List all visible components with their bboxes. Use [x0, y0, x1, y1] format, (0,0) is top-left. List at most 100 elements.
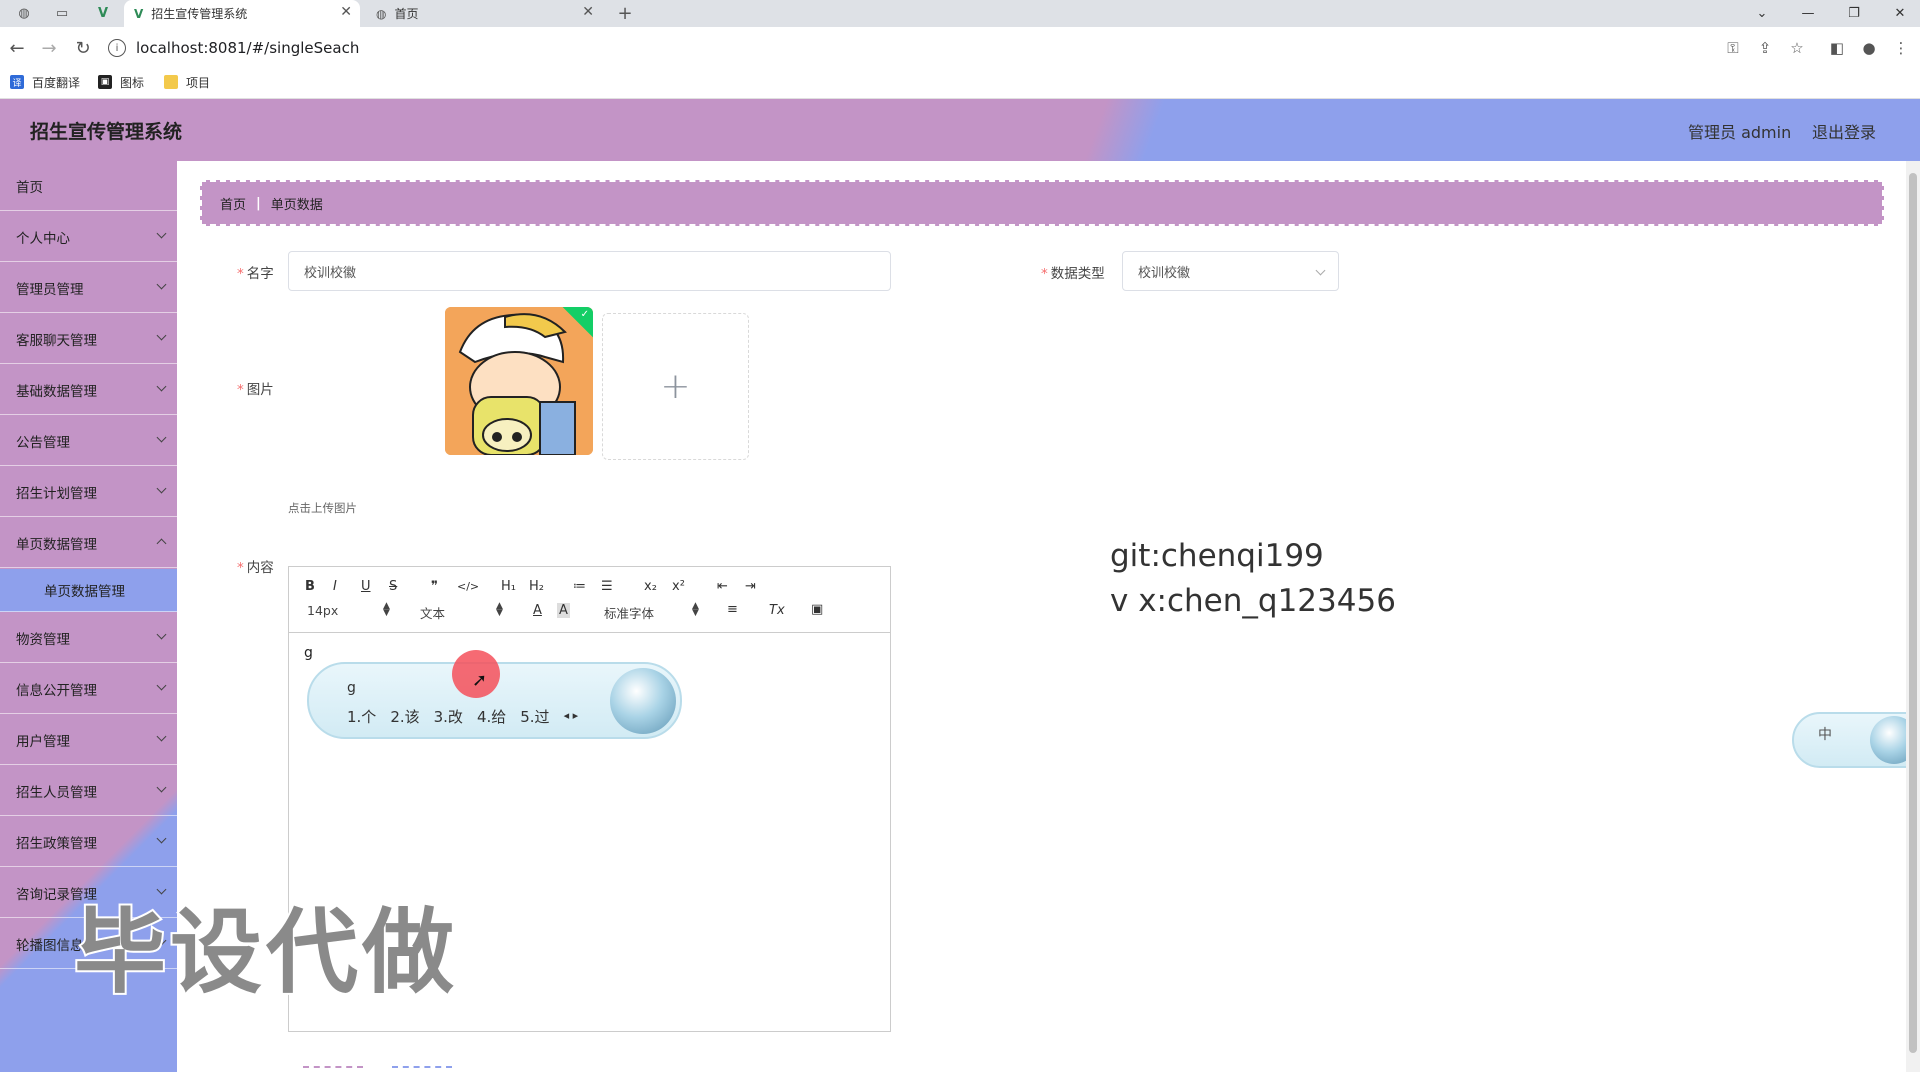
new-tab-button[interactable]: + [612, 0, 638, 27]
sidebar-item-policy[interactable]: 招生政策管理 [0, 817, 177, 867]
close-icon[interactable]: ✕ [582, 4, 594, 20]
image-label: * 图片 [237, 378, 274, 398]
sidebar-item-staff[interactable]: 招生人员管理 [0, 766, 177, 816]
updown-icon: ▲ ▼ [692, 601, 699, 618]
chevron-down-icon [156, 680, 167, 691]
sidebar-item-notices[interactable]: 公告管理 [0, 416, 177, 466]
image-insert-icon[interactable]: ▣ [811, 602, 823, 617]
required-mark: * [237, 266, 244, 282]
strike-button[interactable]: S [389, 579, 397, 594]
font-size-picker[interactable]: 14px ▲ ▼ [307, 602, 391, 619]
page-arrows-icon[interactable]: ◂ ▸ [564, 709, 579, 727]
address-bar[interactable]: i localhost:8081/#/singleSeach [108, 33, 1788, 63]
restore-button[interactable]: ❐ [1834, 0, 1874, 27]
watermark-text: 毕设代做 [72, 897, 459, 1008]
forward-icon[interactable]: → [38, 37, 60, 59]
ime-candidate[interactable]: 4.给 [477, 706, 506, 727]
font-color-button[interactable]: A [533, 603, 542, 618]
ime-candidate[interactable]: 1.个 [347, 706, 376, 727]
star-icon[interactable]: ☆ [1785, 36, 1809, 60]
sidebar-item-label: 基础数据管理 [16, 383, 97, 400]
sidebar-item-plans[interactable]: 招生计划管理 [0, 467, 177, 517]
ime-candidate[interactable]: 5.过 [520, 706, 549, 727]
chevron-down-icon [156, 330, 167, 341]
tab-search-icon[interactable]: ⌄ [1742, 0, 1782, 27]
clear-format-button[interactable]: Tx [769, 603, 785, 618]
sidebar-item-chat[interactable]: 客服聊天管理 [0, 314, 177, 364]
sidebar-item-users[interactable]: 用户管理 [0, 715, 177, 765]
ime-candidate[interactable]: 2.该 [390, 706, 419, 727]
sidebar-item-disclosure[interactable]: 信息公开管理 [0, 664, 177, 714]
folder-tab-icon[interactable]: ▭ [48, 0, 76, 27]
blockquote-button[interactable]: ❞ [431, 579, 438, 594]
outdent-button[interactable]: ⇤ [717, 579, 728, 594]
sidebar-item-label: 公告管理 [16, 434, 70, 451]
back-icon[interactable]: ← [6, 37, 28, 59]
sidebar-item-single-page[interactable]: 单页数据管理 [0, 518, 177, 568]
h1-button[interactable]: H₁ [501, 579, 516, 594]
indent-button[interactable]: ⇥ [745, 579, 756, 594]
ordered-list-button[interactable]: ≔ [573, 579, 586, 594]
bullet-list-button[interactable]: ☰ [601, 579, 613, 594]
updown-icon: ▲ ▼ [496, 601, 503, 618]
chevron-down-icon [156, 381, 167, 392]
ime-candidate[interactable]: 3.改 [434, 706, 463, 727]
block-type-picker[interactable]: 文本 ▲ ▼ [420, 601, 504, 622]
sidebar-item-home[interactable]: 首页 [0, 161, 177, 211]
reload-icon[interactable]: ↻ [72, 37, 94, 59]
profile-icon[interactable]: ● [1857, 36, 1881, 60]
minimize-button[interactable]: — [1788, 0, 1828, 27]
page-scrollbar[interactable] [1906, 161, 1920, 1072]
type-select[interactable]: 校训校徽 [1122, 251, 1339, 291]
upload-add-button[interactable]: + [602, 313, 749, 460]
name-input[interactable]: 校训校徽 [288, 251, 891, 291]
tab-active[interactable]: V 招生宣传管理系统 ✕ [124, 0, 360, 27]
editor-toolbar: B I U S ❞ </> H₁ H₂ ≔ ☰ x₂ x² ⇤ ⇥ 14px ▲ ▼… [289, 567, 890, 633]
close-icon[interactable]: ✕ [340, 4, 352, 20]
menu-icon[interactable]: ⋮ [1889, 36, 1913, 60]
h2-button[interactable]: H₂ [529, 579, 544, 594]
submit-button-partial[interactable] [303, 1066, 363, 1074]
font-family-picker[interactable]: 标准字体 ▲ ▼ [604, 601, 702, 622]
chevron-down-icon [1315, 265, 1326, 276]
bookmark-translate[interactable]: 译 百度翻译 [10, 72, 80, 92]
sidebar-item-label: 个人中心 [16, 230, 70, 247]
plus-icon: + [660, 366, 691, 407]
tab-home[interactable]: ◍ 首页 ✕ [366, 0, 602, 27]
key-icon[interactable]: ⚿ [1721, 36, 1745, 60]
sidepanel-icon[interactable]: ◧ [1825, 36, 1849, 60]
ime-status-bar[interactable]: 中 [1792, 712, 1920, 768]
info-icon[interactable]: i [108, 39, 126, 57]
code-button[interactable]: </> [457, 580, 479, 593]
sidebar-item-profile[interactable]: 个人中心 [0, 212, 177, 262]
globe-icon[interactable]: ◍ [10, 0, 38, 27]
uploaded-image-thumbnail[interactable]: ✓ [445, 307, 593, 455]
sidebar-item-supplies[interactable]: 物资管理 [0, 613, 177, 663]
window-close-button[interactable]: ✕ [1880, 0, 1920, 27]
required-mark: * [1041, 266, 1048, 282]
breadcrumb-home[interactable]: 首页 [220, 194, 246, 213]
bookmark-project[interactable]: 项目 [164, 72, 210, 92]
content-label: * 内容 [237, 556, 274, 576]
subscript-button[interactable]: x₂ [644, 579, 657, 594]
sidebar-item-admins[interactable]: 管理员管理 [0, 263, 177, 313]
bookmark-icons[interactable]: ▣ 图标 [98, 72, 144, 92]
vue-tab-icon[interactable]: V [90, 0, 116, 27]
sidebar-item-basic-data[interactable]: 基础数据管理 [0, 365, 177, 415]
block-type-value: 文本 [420, 606, 446, 621]
logout-link[interactable]: 退出登录 [1812, 119, 1876, 143]
sidebar-subitem-single-page[interactable]: 单页数据管理 [0, 569, 177, 612]
superscript-button[interactable]: x² [672, 579, 685, 594]
cancel-button-partial[interactable] [392, 1066, 452, 1074]
type-select-value: 校训校徽 [1138, 265, 1191, 281]
background-color-button[interactable]: A [557, 603, 570, 618]
italic-button[interactable]: I [333, 579, 337, 594]
bold-button[interactable]: B [305, 579, 315, 594]
share-icon[interactable]: ⇪ [1753, 36, 1777, 60]
name-input-value: 校训校徽 [304, 265, 357, 281]
underline-button[interactable]: U [361, 579, 371, 594]
globe-icon: ◍ [376, 6, 387, 21]
scrollbar-thumb[interactable] [1909, 173, 1917, 1053]
align-button[interactable]: ≡ [727, 602, 738, 617]
editor-content[interactable]: g [304, 645, 313, 661]
